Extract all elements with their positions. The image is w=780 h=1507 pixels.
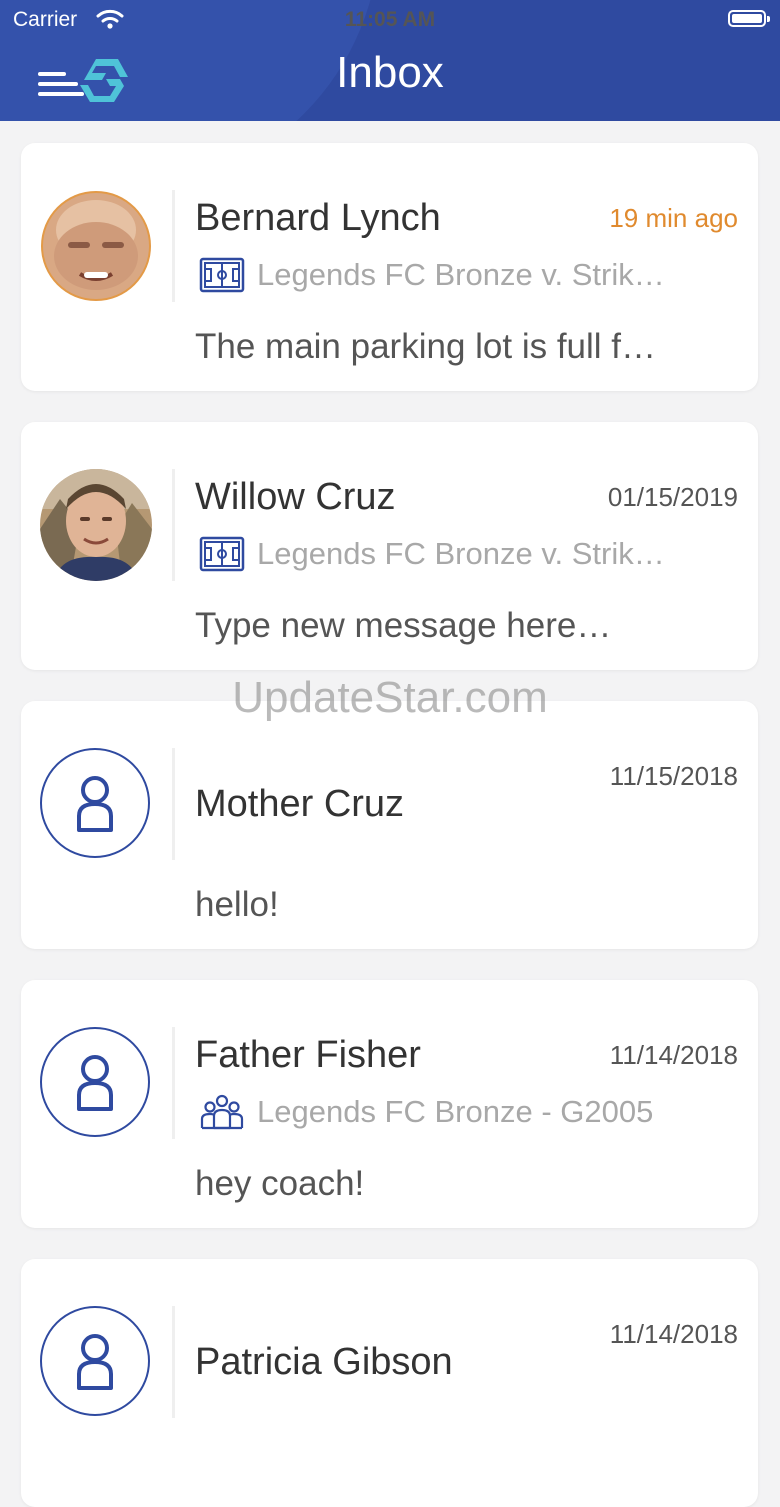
context-label: Legends FC Bronze v. Strik…	[257, 257, 665, 292]
status-time: 11:05 AM	[344, 8, 436, 31]
status-bar: Carrier 11:05 AM	[0, 0, 780, 40]
message-preview: hello!	[195, 885, 279, 924]
conversation-context: Legends FC Bronze v. Strik…	[199, 534, 739, 574]
avatar-placeholder	[40, 1306, 150, 1416]
app-header: Carrier 11:05 AM Inbox	[0, 0, 780, 121]
message-preview: hey coach!	[195, 1164, 365, 1203]
conversation-card[interactable]: Mother Cruz 11/15/2018 hello!	[21, 701, 758, 949]
divider	[172, 748, 175, 860]
sender-name: Patricia Gibson	[195, 1341, 453, 1383]
conversation-card[interactable]: Patricia Gibson 11/14/2018	[21, 1259, 758, 1507]
sender-name: Father Fisher	[195, 1034, 421, 1076]
avatar-placeholder	[40, 1027, 150, 1137]
avatar-placeholder	[40, 748, 150, 858]
soccer-field-icon	[199, 257, 245, 293]
conversation-context: Legends FC Bronze - G2005	[199, 1092, 739, 1132]
sender-name: Willow Cruz	[195, 476, 396, 518]
sender-name: Bernard Lynch	[195, 197, 441, 239]
divider	[172, 1306, 175, 1418]
battery-icon	[728, 10, 770, 27]
divider	[172, 469, 175, 581]
conversation-card[interactable]: Father Fisher 11/14/2018 Legends FC Bron…	[21, 980, 758, 1228]
message-time: 19 min ago	[609, 203, 738, 233]
watermark: UpdateStar.com	[232, 673, 548, 722]
person-icon	[77, 1055, 113, 1111]
conversation-context: Legends FC Bronze v. Strik…	[199, 255, 739, 295]
context-label: Legends FC Bronze - G2005	[257, 1094, 654, 1129]
message-time: 11/15/2018	[609, 761, 738, 791]
message-time: 01/15/2019	[607, 482, 738, 512]
avatar	[40, 469, 152, 581]
avatar	[40, 190, 152, 302]
person-icon	[77, 776, 113, 832]
message-preview: Type new message here…	[195, 606, 612, 645]
person-icon	[77, 1334, 113, 1390]
divider	[172, 190, 175, 302]
conversation-card[interactable]: Bernard Lynch 19 min ago Legends FC Bron…	[21, 143, 758, 391]
team-icon	[200, 1094, 244, 1130]
message-time: 11/14/2018	[609, 1040, 738, 1070]
sender-name: Mother Cruz	[195, 783, 405, 825]
divider	[172, 1027, 175, 1139]
soccer-field-icon	[199, 536, 245, 572]
context-label: Legends FC Bronze v. Strik…	[257, 536, 665, 571]
message-time: 11/14/2018	[609, 1319, 738, 1349]
page-title: Inbox	[336, 48, 444, 97]
conversation-card[interactable]: Willow Cruz 01/15/2019 Legends FC Bronze…	[21, 422, 758, 670]
message-preview: The main parking lot is full f…	[195, 327, 657, 366]
